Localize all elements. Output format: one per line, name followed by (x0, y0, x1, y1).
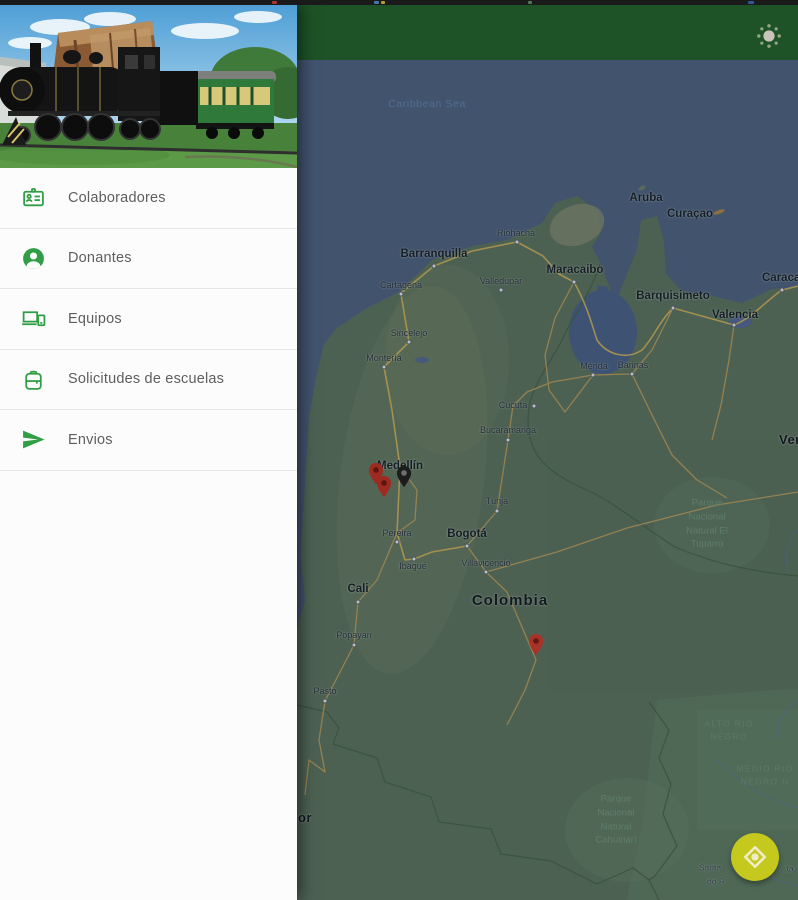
app-screen: Caribbean Sea Aruba Curaçao Riohacha Barranq… (0, 0, 798, 900)
map-pin-red-3[interactable] (528, 633, 545, 661)
recenter-location-icon (742, 844, 768, 870)
status-bar (0, 0, 798, 5)
map-canvas[interactable]: Caribbean Sea Aruba Curaçao Riohacha Barranq… (297, 60, 798, 900)
sun-icon (756, 23, 782, 49)
badge-icon (20, 185, 46, 211)
navigation-drawer: Colaboradores Donantes Equipos Solicitud… (0, 5, 297, 900)
sun-button[interactable] (749, 16, 789, 56)
devices-icon (20, 306, 46, 332)
drawer-header-train-photo (0, 5, 297, 168)
drawer-menu: Colaboradores Donantes Equipos Solicitud… (0, 168, 297, 471)
map-pin-black[interactable] (396, 465, 413, 493)
backpack-icon (20, 366, 46, 392)
drawer-item-label: Equipos (68, 310, 122, 327)
drawer-item-label: Envios (68, 431, 113, 448)
drawer-item-equipos[interactable]: Equipos (0, 289, 297, 350)
recenter-location-fab[interactable] (731, 833, 779, 881)
drawer-item-colaboradores[interactable]: Colaboradores (0, 168, 297, 229)
map-pin-red-2[interactable] (376, 475, 393, 503)
drawer-item-label: Donantes (68, 250, 132, 267)
drawer-item-solicitudes[interactable]: Solicitudes de escuelas (0, 349, 297, 410)
drawer-item-envios[interactable]: Envios (0, 410, 297, 471)
drawer-item-label: Solicitudes de escuelas (68, 371, 225, 388)
account-circle-icon (20, 245, 46, 271)
map-pin-layer (297, 60, 798, 900)
drawer-item-donantes[interactable]: Donantes (0, 228, 297, 289)
drawer-item-label: Colaboradores (68, 189, 166, 206)
send-icon (20, 427, 46, 453)
